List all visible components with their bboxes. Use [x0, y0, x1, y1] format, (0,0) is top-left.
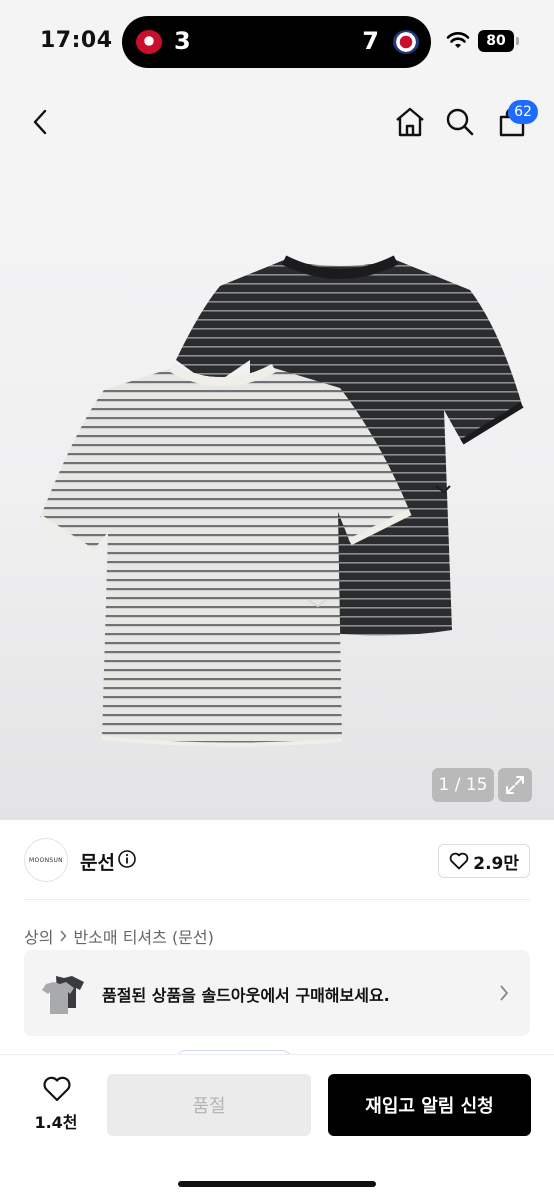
image-counter: 1 / 15 — [432, 768, 494, 802]
dynamic-island-live-score[interactable]: 3 7 — [122, 16, 431, 68]
home-indicator[interactable] — [178, 1181, 376, 1187]
top-navigation: 62 — [0, 84, 554, 160]
wifi-icon — [446, 32, 470, 48]
banner-text: 품절된 상품을 솔드아웃에서 구매해보세요. — [102, 986, 390, 1005]
wishlist-count: 1.4천 — [34, 1113, 78, 1132]
soldout-promo-banner[interactable]: 품절된 상품을 솔드아웃에서 구매해보세요. — [24, 950, 530, 1036]
chevron-right-icon — [500, 985, 509, 1001]
status-bar: 17:04 3 7 80 — [0, 0, 554, 84]
cart-count-badge: 62 — [508, 100, 538, 124]
home-icon — [396, 107, 424, 137]
info-icon[interactable] — [118, 850, 136, 868]
banner-product-thumbnail — [42, 976, 84, 1014]
bottom-action-bar: 1.4천 품절 재입고 알림 신청 — [0, 1054, 554, 1200]
soldout-button[interactable]: 품절 — [107, 1074, 311, 1136]
divider — [24, 899, 530, 900]
home-team-score: 3 — [174, 27, 191, 55]
breadcrumb-category[interactable]: 상의 — [24, 924, 53, 948]
status-time: 17:04 — [40, 28, 113, 53]
restock-alert-button[interactable]: 재입고 알림 신청 — [328, 1074, 531, 1136]
breadcrumb: 상의 반소매 티셔츠 (문선) — [24, 924, 214, 948]
brand-logo[interactable]: MOONSUN — [24, 838, 68, 882]
back-button[interactable] — [20, 102, 60, 142]
product-image-gallery[interactable]: 1 / 15 — [0, 160, 554, 820]
home-team-logo-icon — [136, 30, 162, 54]
brand-like-button[interactable]: 2.9만 — [438, 844, 530, 878]
away-team-logo-icon — [393, 30, 419, 54]
expand-image-button[interactable] — [498, 768, 532, 802]
heart-outline-icon — [449, 852, 469, 870]
search-icon — [446, 108, 474, 136]
away-team-score: 7 — [362, 27, 379, 55]
heart-outline-icon — [43, 1076, 71, 1102]
chevron-right-icon — [60, 930, 68, 942]
battery-tip — [516, 37, 519, 45]
product-image — [38, 255, 524, 747]
expand-icon — [506, 776, 524, 794]
chevron-left-icon — [33, 109, 47, 135]
brand-name[interactable]: 문선 — [80, 848, 115, 875]
home-button[interactable] — [390, 102, 430, 142]
battery-indicator: 80 — [478, 30, 514, 52]
wishlist-button[interactable]: 1.4천 — [26, 1075, 86, 1135]
brand-row: MOONSUN 문선 2.9만 — [0, 820, 554, 900]
brand-like-count: 2.9만 — [473, 853, 519, 874]
search-button[interactable] — [440, 102, 480, 142]
breadcrumb-subcategory[interactable]: 반소매 티셔츠 (문선) — [73, 924, 213, 948]
